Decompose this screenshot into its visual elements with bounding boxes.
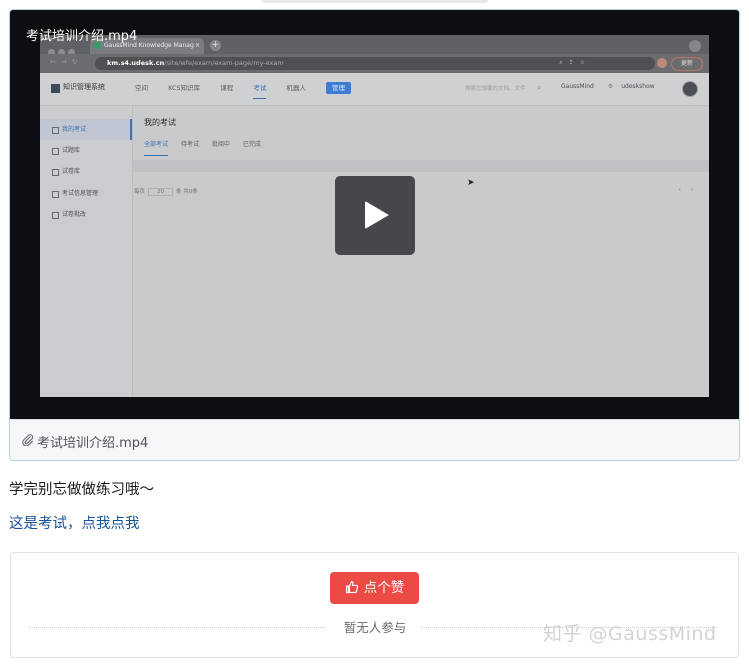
page-title: 我的考试 bbox=[144, 118, 176, 127]
app-logo-icon bbox=[51, 84, 60, 93]
app-nav-item: 课程 bbox=[220, 84, 234, 92]
app-nav-item: 机器人 bbox=[286, 84, 306, 92]
app-name: 知识管理系统 bbox=[63, 83, 105, 91]
browser-tab-strip: GaussMind Knowledge Manag × + bbox=[40, 35, 709, 56]
like-status: 暂无人参与 bbox=[343, 620, 407, 635]
thumbs-up-icon bbox=[345, 580, 358, 594]
video-title: 考试培训介绍.mp4 bbox=[26, 29, 138, 44]
pagination: 每页 20 条 共0条 bbox=[134, 187, 198, 196]
sidebar-item-exam-management: 考试信息管理 bbox=[40, 183, 132, 204]
app-nav-manage-button: 管理 bbox=[325, 82, 351, 94]
app-header-right: GaussMind ⚙ udeskshow bbox=[561, 83, 655, 90]
pager-total: 共0条 bbox=[183, 189, 198, 195]
table-header bbox=[133, 160, 709, 172]
sidebar-item-grading: 试卷批改 bbox=[40, 204, 132, 225]
exam-tabs: 全部考试 待考试 批阅中 已完成 bbox=[144, 139, 272, 156]
browser-nav-icons: ←→↻ bbox=[50, 58, 83, 66]
workspace-switcher: GaussMind bbox=[561, 83, 594, 90]
attachment-filename[interactable]: 考试培训介绍.mp4 bbox=[37, 432, 148, 451]
user-name: udeskshow bbox=[621, 83, 655, 90]
avatar bbox=[682, 81, 698, 97]
like-button-label: 点个赞 bbox=[363, 580, 405, 596]
plus-icon: + bbox=[210, 40, 221, 51]
tab-completed: 已完成 bbox=[242, 141, 261, 148]
app-search-placeholder: 搜索您想要的文档、文件 bbox=[465, 86, 526, 92]
watermark: 知乎 @GaussMind bbox=[543, 623, 717, 645]
close-icon: × bbox=[194, 42, 200, 49]
app-nav-item: KCS知识库 bbox=[168, 84, 201, 92]
article-paragraph: 学完别忘做做练习哦～ bbox=[9, 482, 154, 498]
chevron-down-icon bbox=[689, 40, 701, 52]
exam-link[interactable]: 这是考试，点我点我 bbox=[9, 512, 140, 533]
tab-grading: 批阅中 bbox=[211, 141, 230, 148]
gear-icon: ⚙ bbox=[607, 83, 614, 90]
mouse-cursor-icon: ➤ bbox=[467, 178, 475, 188]
top-divider bbox=[262, 0, 488, 3]
app-header: 知识管理系统 空间 KCS知识库 课程 考试 机器人 管理 搜索您想要的文档、文… bbox=[40, 73, 709, 106]
sidebar-item-my-exams: 我的考试 bbox=[40, 119, 132, 140]
profile-icon bbox=[657, 58, 667, 68]
browser-tool-icons: ⌕⇪☆ bbox=[559, 59, 591, 66]
app-nav-item-active: 考试 bbox=[253, 84, 267, 99]
pager-size: 20 bbox=[148, 188, 174, 196]
pager-unit: 条 bbox=[176, 189, 182, 195]
tab-all-exams: 全部考试 bbox=[144, 141, 169, 156]
app-nav: 空间 KCS知识库 课程 考试 机器人 管理 bbox=[135, 82, 369, 99]
pager-prefix: 每页 bbox=[134, 189, 146, 195]
url-host: km.s4.udesk.cn bbox=[107, 59, 165, 67]
browser-update-button: 更新 bbox=[671, 57, 703, 71]
app-nav-item: 空间 bbox=[135, 84, 148, 92]
sidebar-item-paper-bank: 试卷库 bbox=[40, 161, 132, 182]
divider bbox=[29, 627, 325, 628]
sidebar-item-question-bank: 试题库 bbox=[40, 140, 132, 161]
pager-arrows-icon: ‹› bbox=[678, 187, 703, 193]
video-attachment-card: GaussMind Knowledge Manag × + ←→↻ km.s4.… bbox=[9, 9, 740, 461]
url-path: /site/wfe/exam/exam-page/my-exam bbox=[164, 59, 284, 67]
play-button[interactable] bbox=[335, 176, 415, 255]
search-icon: ⌕ bbox=[537, 83, 542, 92]
play-icon bbox=[365, 201, 389, 229]
attachment-bar[interactable]: 考试培训介绍.mp4 bbox=[10, 419, 739, 460]
like-button[interactable]: 点个赞 bbox=[330, 572, 419, 604]
tab-pending: 待考试 bbox=[180, 141, 199, 148]
video-player[interactable]: GaussMind Knowledge Manag × + ←→↻ km.s4.… bbox=[10, 10, 739, 419]
app-sidebar: 我的考试 试题库 试卷库 考试信息管理 试卷批改 bbox=[40, 106, 133, 397]
paperclip-icon bbox=[21, 433, 34, 447]
browser-address-bar: ←→↻ km.s4.udesk.cn/site/wfe/exam/exam-pa… bbox=[40, 54, 709, 73]
